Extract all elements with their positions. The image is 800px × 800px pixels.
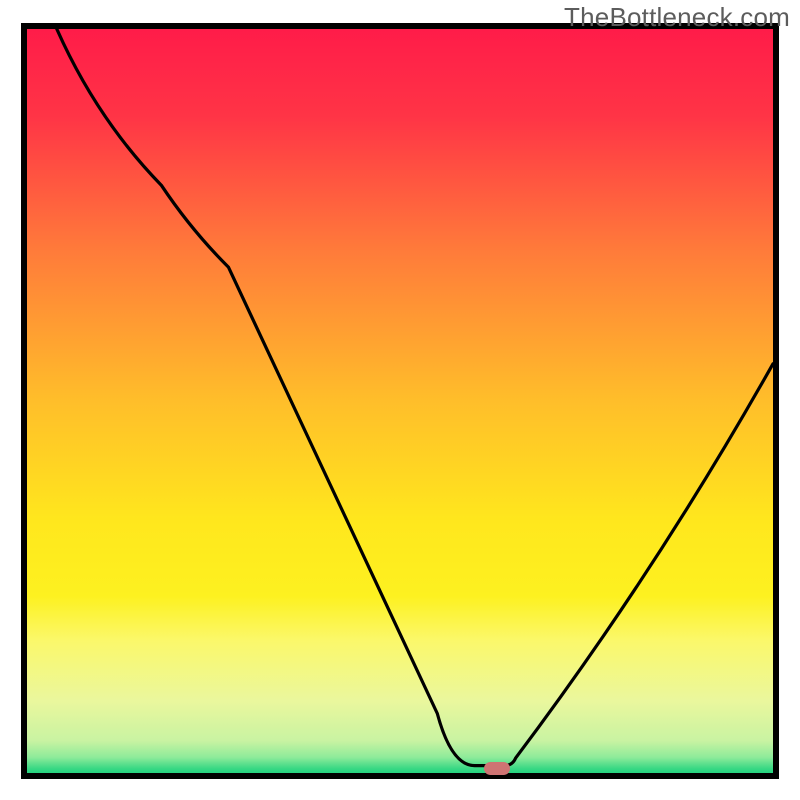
chart-svg xyxy=(0,0,800,800)
optimal-marker xyxy=(484,762,510,775)
chart-frame: TheBottleneck.com xyxy=(0,0,800,800)
plot-background xyxy=(24,26,776,776)
watermark-text: TheBottleneck.com xyxy=(564,2,790,33)
